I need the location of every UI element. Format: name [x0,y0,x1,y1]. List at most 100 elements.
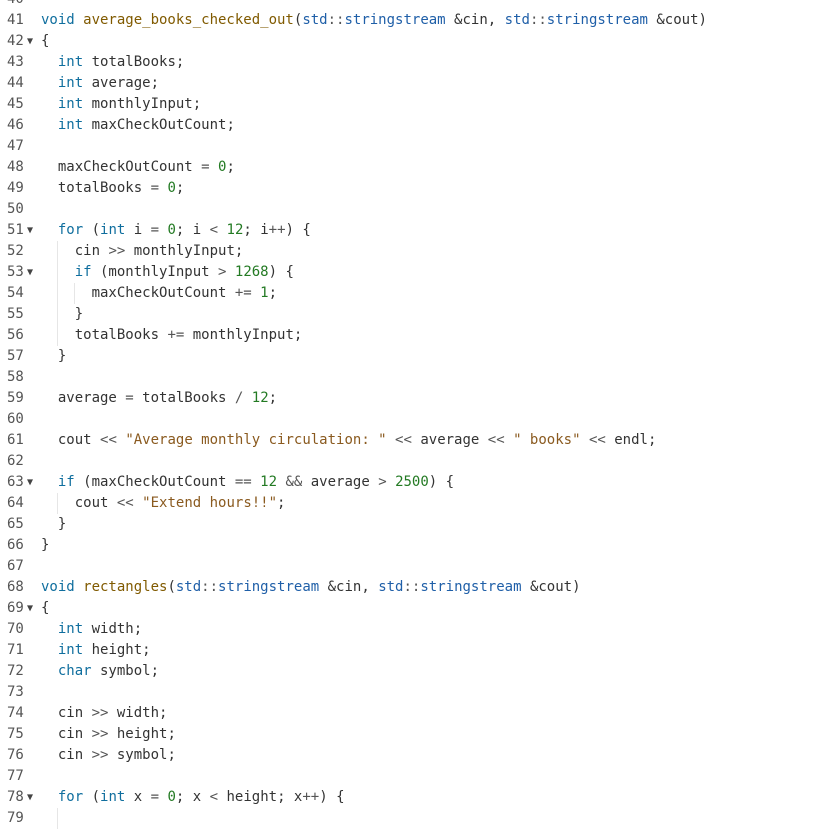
code-line[interactable]: 62 [0,451,829,472]
code-line[interactable]: 69 ▼{ [0,598,829,619]
code-token: i [125,222,151,238]
code-token: &cin, [445,12,505,28]
code-line[interactable]: 76 cin >> symbol; [0,745,829,766]
code-line[interactable]: 41 void average_books_checked_out(std::st… [0,10,829,31]
code-line[interactable]: 52 cin >> monthlyInput; [0,241,829,262]
code-line[interactable]: 48 maxCheckOutCount = 0; [0,157,829,178]
code-token: ; [226,159,235,175]
code-line[interactable]: 70 int width; [0,619,829,640]
code-token: << [487,432,505,448]
code-line[interactable]: 42 ▼{ [0,31,829,52]
code-token: if [74,264,92,280]
code-editor[interactable]: 4041void average_books_checked_out(std::… [0,0,829,829]
code-line[interactable]: 73 [0,682,829,703]
indent-guide [57,283,58,304]
code-line[interactable]: 44 int average; [0,73,829,94]
code-line[interactable]: 51 ▼ for (int i = 0; i < 12; i++) { [0,220,829,241]
code-token: int [57,117,84,133]
code-line[interactable]: 40 [0,0,829,10]
code-token: 0 [167,789,176,805]
code-token: ; [268,285,278,301]
code-line[interactable]: 57} [0,346,829,367]
code-text: int average; [58,73,159,94]
line-gutter: 70 [0,619,40,640]
fold-toggle-icon[interactable]: ▼ [27,262,33,283]
code-line[interactable]: 78 ▼ for (int x = 0; x < height; x++) { [0,787,829,808]
code-line[interactable]: 43 int totalBooks; [0,52,829,73]
code-token: 12 [251,390,269,406]
code-token: :: [529,12,547,28]
code-line[interactable]: 63 ▼ if (maxCheckOutCount == 12 && average… [0,472,829,493]
line-gutter: 77 [0,766,40,787]
line-gutter: 50 [0,199,40,220]
code-token: = [150,222,160,238]
code-line[interactable]: 61 cout << "Average monthly circulation: … [0,430,829,451]
code-line[interactable]: 74 cin >> width; [0,703,829,724]
indent-guide [57,493,58,514]
code-line[interactable]: 54 maxCheckOutCount += 1; [0,283,829,304]
code-token: for [57,789,84,805]
line-number: 76 [7,747,24,763]
code-token: cin [74,243,109,259]
code-line[interactable]: 67 [0,556,829,577]
line-gutter: 51 ▼ [0,220,40,241]
fold-toggle-icon[interactable]: ▼ [27,220,33,241]
code-line[interactable]: 45 int monthlyInput; [0,94,829,115]
code-line[interactable]: 47 [0,136,829,157]
code-text: { [41,31,49,52]
code-line[interactable]: 77 [0,766,829,787]
line-number: 51 [7,222,24,238]
code-token: int [100,789,126,805]
code-line[interactable]: 71 int height; [0,640,829,661]
code-token: 1268 [234,264,269,280]
line-number: 56 [7,327,24,343]
code-token: += [234,285,252,301]
code-token: int [57,642,84,658]
fold-toggle-icon[interactable]: ▼ [27,598,33,619]
code-line[interactable]: 72 char symbol; [0,661,829,682]
code-line[interactable]: 79 [0,808,829,829]
code-line[interactable]: 49 totalBooks = 0; [0,178,829,199]
line-gutter: 78 ▼ [0,787,40,808]
line-number: 74 [7,705,24,721]
code-token: :: [327,12,345,28]
line-number: 60 [7,411,24,427]
code-line[interactable]: 53 ▼ if (monthlyInput > 1268) { [0,262,829,283]
code-text: void average_books_checked_out(std::stri… [41,10,707,31]
indent-guide [74,283,75,304]
code-token: int [57,621,84,637]
code-token: monthlyInput; [184,327,303,343]
code-line[interactable]: 65} [0,514,829,535]
code-token: >> [91,747,109,763]
fold-toggle-icon[interactable]: ▼ [27,472,33,493]
code-line[interactable]: 64 cout << "Extend hours!!"; [0,493,829,514]
line-gutter: 66 [0,535,40,556]
code-line[interactable]: 66} [0,535,829,556]
line-gutter: 42 ▼ [0,31,40,52]
code-line[interactable]: 59 average = totalBooks / 12; [0,388,829,409]
fold-toggle-icon[interactable]: ▼ [27,787,33,808]
code-line[interactable]: 75 cin >> height; [0,724,829,745]
code-token: stringstream [546,12,648,28]
line-gutter: 52 [0,241,40,262]
code-line[interactable]: 55} [0,304,829,325]
code-line[interactable]: 68 void rectangles(std::stringstream &cin… [0,577,829,598]
line-number: 73 [7,684,24,700]
code-token: totalBooks [74,327,168,343]
code-token: << [395,432,412,448]
fold-toggle-icon[interactable]: ▼ [27,31,33,52]
code-line[interactable]: 56 totalBooks += monthlyInput; [0,325,829,346]
code-line[interactable]: 46 int maxCheckOutCount; [0,115,829,136]
code-token: 0 [167,222,176,238]
code-token: ; [277,495,286,511]
code-line[interactable]: 60 [0,409,829,430]
code-line[interactable]: 50 [0,199,829,220]
code-line[interactable]: 58 [0,367,829,388]
line-number: 54 [7,285,24,301]
line-number: 77 [7,768,24,784]
code-text: int height; [58,640,151,661]
code-text: maxCheckOutCount += 1; [92,283,277,304]
